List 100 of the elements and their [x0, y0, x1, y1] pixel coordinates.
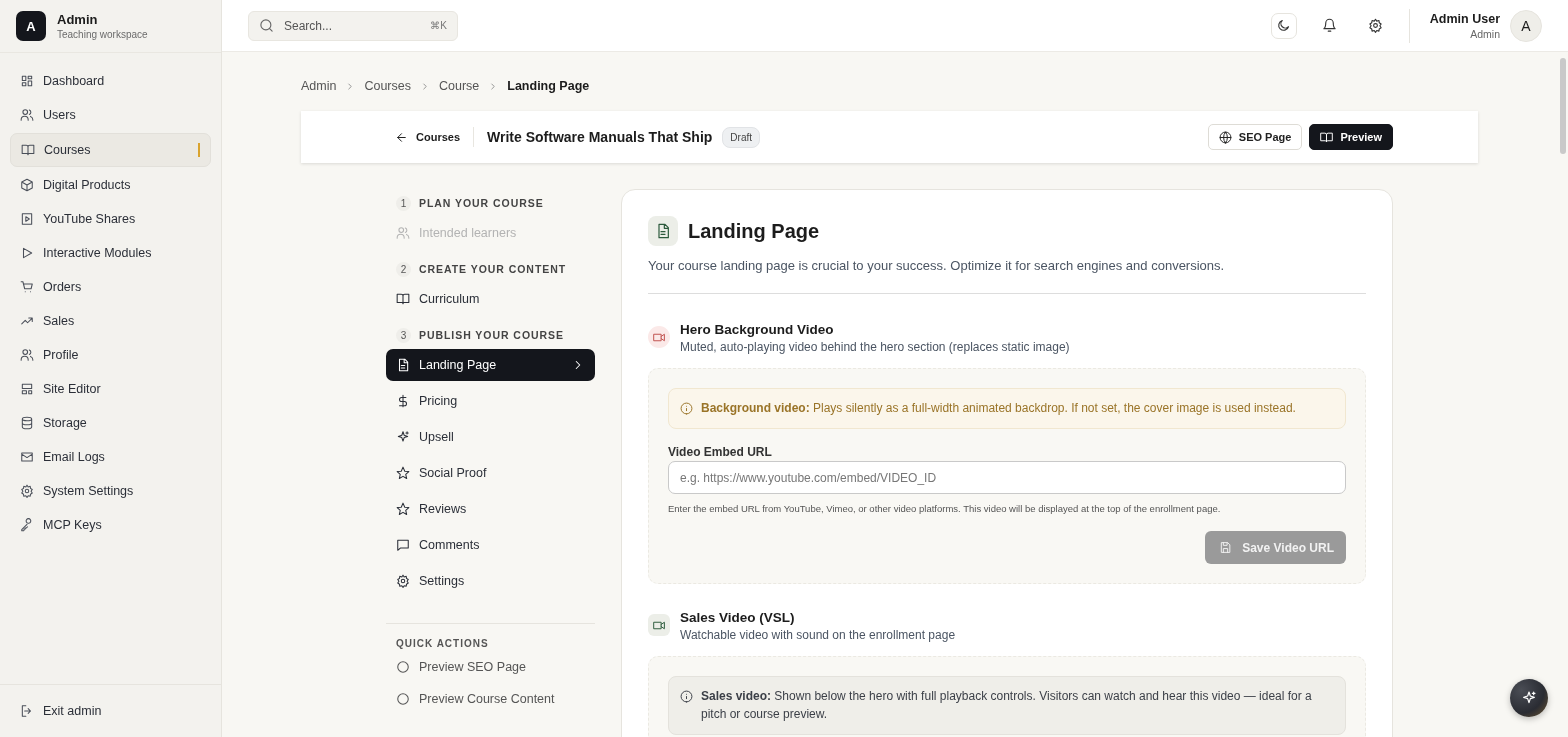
settings-icon — [1368, 18, 1384, 33]
moon-icon — [1276, 18, 1292, 33]
note-text: Background video: Plays silently as a full-width animated backdrop. If not set, the cover image is used instead. — [701, 400, 1296, 417]
field-help-text: Enter the embed URL from YouTube, Vimeo, or other video platforms. This video will be displayed at the top of the enrollment page. — [668, 503, 1222, 515]
quick-actions-heading: QUICK ACTIONS — [395, 637, 490, 651]
sidebar-item[interactable]: Digital Products — [10, 169, 211, 201]
star-icon — [396, 502, 410, 516]
mail-icon — [20, 450, 34, 464]
step-number: 2 — [396, 261, 411, 277]
step-item[interactable]: Reviews — [386, 493, 595, 525]
sidebar-item[interactable]: Orders — [10, 271, 211, 303]
users-icon — [20, 108, 34, 122]
user-avatar[interactable]: A — [1510, 9, 1542, 42]
video-camera-icon — [648, 326, 670, 348]
globe-icon — [1218, 130, 1232, 144]
message-icon — [396, 538, 410, 552]
book-icon — [21, 143, 35, 157]
step-item[interactable]: Comments — [386, 529, 595, 561]
cube-icon — [20, 178, 34, 192]
key-icon — [20, 518, 34, 532]
dollar-icon — [396, 394, 410, 408]
sidebar-item[interactable]: Courses — [10, 133, 211, 167]
step-number: 3 — [396, 327, 411, 343]
sidebar-item[interactable]: System Settings — [10, 475, 211, 507]
quick-action-link[interactable]: Preview Course Content — [386, 683, 595, 715]
section-title: Sales Video (VSL) — [680, 610, 796, 626]
workspace-avatar: A — [16, 11, 46, 41]
note-text: Sales video: Shown below the hero with full playback controls. Visitors can watch and hear this video — ideal for a pitch or course preview. — [701, 688, 1313, 723]
step-title: PLAN YOUR COURSE — [419, 197, 544, 209]
trend-icon — [20, 314, 34, 328]
sparkle-icon — [396, 430, 410, 444]
document-icon — [396, 358, 410, 372]
sidebar-item[interactable]: Users — [10, 99, 211, 131]
sidebar-item[interactable]: Dashboard — [10, 65, 211, 97]
scrollbar[interactable] — [1560, 58, 1566, 154]
step-title: PUBLISH YOUR COURSE — [419, 329, 564, 341]
step-number: 1 — [396, 195, 411, 211]
play-icon — [20, 246, 34, 260]
gear-icon — [20, 484, 34, 498]
search-input[interactable]: Search... — [282, 17, 423, 34]
sidebar-item[interactable]: Site Editor — [10, 373, 211, 405]
exit-admin-link[interactable]: Exit admin — [10, 695, 211, 727]
page-description: Your course landing page is crucial to your success. Optimize it for search engines and conversions. — [648, 258, 1226, 273]
header-button[interactable]: Preview — [1309, 124, 1393, 150]
arrow-left-icon — [395, 130, 408, 144]
layout-icon — [20, 382, 34, 396]
save-icon — [1219, 541, 1233, 555]
section-subtitle: Watchable video with sound on the enrollment page — [680, 628, 956, 643]
breadcrumb-link[interactable]: Courses — [364, 79, 411, 93]
star-icon — [396, 466, 410, 480]
quick-action-link[interactable]: Preview SEO Page — [386, 651, 595, 683]
grid-icon — [20, 74, 34, 88]
video-url-input[interactable]: e.g. https://www.youtube.com/embed/VIDEO_ID — [668, 461, 1346, 495]
workspace-subtitle: Teaching workspace — [57, 29, 148, 40]
step-item[interactable]: Pricing — [386, 385, 595, 417]
breadcrumb-link[interactable]: Landing Page — [507, 79, 590, 93]
shortcut-hint: ⌘K — [430, 20, 447, 31]
breadcrumb-link[interactable]: Course — [439, 79, 480, 93]
course-title: Write Software Manuals That Ship — [487, 129, 713, 145]
search-icon — [259, 18, 274, 33]
step-item[interactable]: Upsell — [386, 421, 595, 453]
sidebar-item[interactable]: Email Logs — [10, 441, 211, 473]
assistant-button[interactable] — [1510, 679, 1548, 717]
bell-icon — [1322, 18, 1338, 33]
info-icon — [680, 690, 693, 704]
status-badge: Draft — [722, 126, 761, 148]
sidebar-item[interactable]: YouTube Shares — [10, 203, 211, 235]
page-title: Landing Page — [688, 219, 820, 243]
sidebar-item[interactable]: MCP Keys — [10, 509, 211, 541]
section-title: Hero Background Video — [680, 322, 835, 337]
step-title: CREATE YOUR CONTENT — [419, 263, 567, 275]
step-item[interactable]: Curriculum — [386, 283, 595, 315]
field-label: Video Embed URL — [668, 445, 773, 460]
sidebar-item[interactable]: Interactive Modules — [10, 237, 211, 269]
step-item[interactable]: Social Proof — [386, 457, 595, 489]
step-item[interactable]: Landing Page — [386, 349, 595, 381]
header-button[interactable]: SEO Page — [1207, 124, 1303, 150]
logout-icon — [20, 704, 34, 718]
cart-icon — [20, 280, 34, 294]
theme-toggle-button[interactable] — [1270, 12, 1297, 39]
database-icon — [20, 416, 34, 430]
book-icon — [396, 292, 410, 306]
workspace-name: Admin — [57, 12, 99, 27]
sidebar-item[interactable]: Sales — [10, 305, 211, 337]
sparkle-icon — [1521, 690, 1537, 706]
sidebar-item[interactable]: Storage — [10, 407, 211, 439]
user-role: Admin — [1469, 27, 1500, 40]
section-subtitle: Muted, auto-playing video behind the hero section (replaces static image) — [680, 340, 1070, 354]
gear-icon — [396, 574, 410, 588]
info-icon — [680, 402, 693, 415]
video-camera-icon — [648, 614, 670, 637]
user-name: Admin User — [1429, 11, 1500, 26]
book-icon — [1320, 130, 1334, 144]
step-item[interactable]: Settings — [386, 565, 595, 597]
breadcrumb-link[interactable]: Admin — [301, 79, 337, 93]
sidebar-item[interactable]: Profile — [10, 339, 211, 371]
users-icon — [396, 226, 410, 240]
document-icon — [648, 216, 678, 246]
back-link[interactable]: Courses — [395, 130, 461, 144]
search-field[interactable]: Search... ⌘K — [248, 10, 458, 41]
